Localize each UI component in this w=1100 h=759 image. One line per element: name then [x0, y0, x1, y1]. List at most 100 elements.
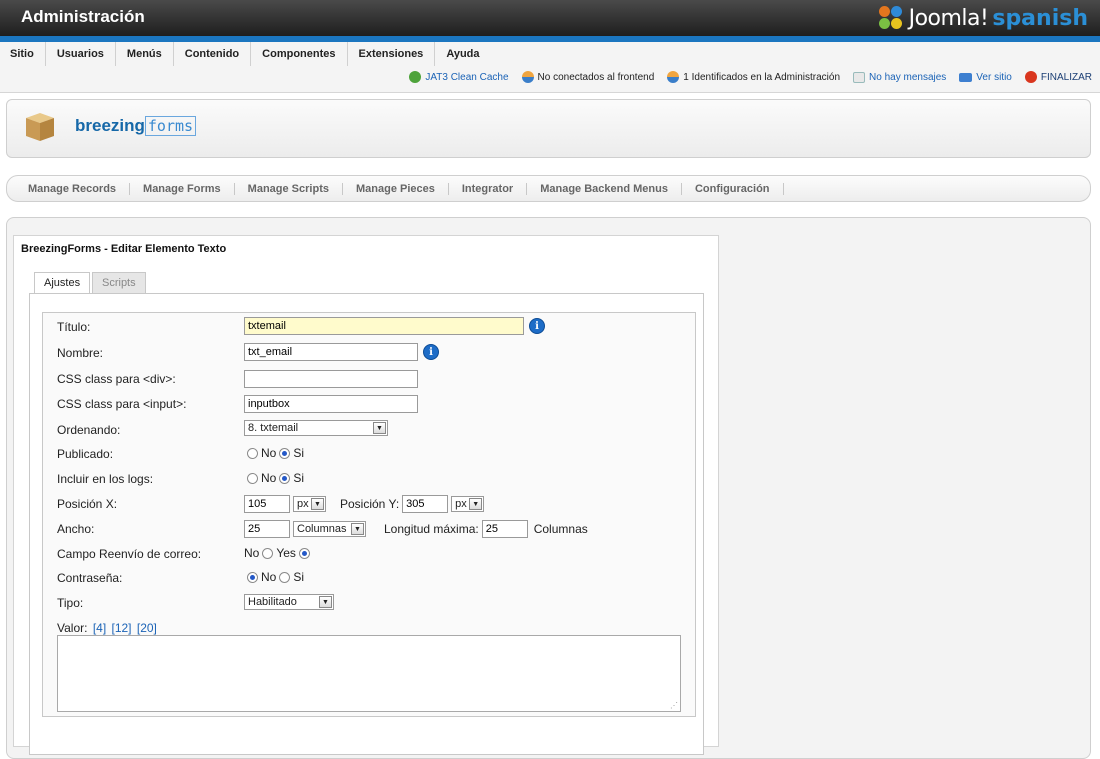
- valor-textarea[interactable]: ⋰: [57, 635, 681, 712]
- tab-scripts[interactable]: Scripts: [92, 272, 146, 293]
- ancho-input[interactable]: [244, 520, 290, 538]
- status-admin-label: 1 Identificados en la Administración: [683, 71, 841, 83]
- status-jat3-clean-cache[interactable]: JAT3 Clean Cache: [409, 71, 509, 83]
- field-row-contrasena: No Si: [244, 570, 304, 584]
- label-tipo: Tipo:: [57, 596, 84, 610]
- titulo-input[interactable]: [244, 317, 524, 335]
- tab-panel-ajustes: Título: i Nombre: i CSS class para <div>…: [29, 293, 704, 755]
- field-row-publicado: No Si: [244, 446, 304, 460]
- logs-no-radio[interactable]: [247, 472, 258, 484]
- status-admin-users: 1 Identificados en la Administración: [667, 71, 840, 83]
- field-row-titulo: i: [244, 317, 545, 335]
- field-row-ancho: Columnas ▼ Longitud máxima: Columnas: [244, 520, 588, 538]
- resize-grip-icon[interactable]: ⋰: [670, 701, 678, 710]
- reenvio-yes-label: Yes: [276, 546, 296, 560]
- status-logout-label[interactable]: FINALIZAR: [1041, 72, 1092, 83]
- menu-item-extensiones[interactable]: Extensiones: [348, 42, 436, 66]
- reenvio-no-label: No: [244, 546, 260, 560]
- field-row-css-input: [244, 395, 418, 413]
- chevron-down-icon: ▼: [469, 498, 483, 510]
- contrasena-si-label: Si: [293, 570, 305, 584]
- valor-size-link-20[interactable]: [20]: [137, 621, 157, 635]
- label-valor: Valor:: [57, 621, 88, 635]
- label-nombre: Nombre:: [57, 346, 104, 360]
- valor-size-link-4[interactable]: [4]: [93, 621, 106, 635]
- logo-text-forms: forms: [144, 116, 197, 136]
- brand-word-spanish: spanish: [992, 5, 1088, 31]
- field-row-nombre: i: [244, 343, 439, 361]
- subnav-integrator[interactable]: Integrator: [449, 182, 528, 195]
- breezingforms-logo: breezing forms: [75, 116, 197, 136]
- nombre-info-icon[interactable]: i: [423, 344, 439, 360]
- publicado-si-radio[interactable]: [279, 447, 291, 459]
- posx-unit-select[interactable]: px ▼: [293, 496, 326, 512]
- label-posx: Posición X:: [57, 497, 118, 511]
- css-div-input[interactable]: [244, 370, 418, 388]
- chevron-down-icon: ▼: [311, 498, 324, 510]
- subnav-manage-records[interactable]: Manage Records: [7, 182, 131, 195]
- admin-header: Administración Joomla! spanish: [0, 0, 1100, 36]
- nombre-input[interactable]: [244, 343, 418, 361]
- status-messages-label[interactable]: No hay mensajes: [869, 72, 946, 83]
- logout-icon: [1024, 71, 1037, 83]
- menu-item-componentes[interactable]: Componentes: [251, 42, 348, 66]
- form-title: BreezingForms - Editar Elemento Texto: [21, 243, 227, 255]
- field-row-ordenando: 8. txtemail ▼: [244, 420, 388, 436]
- contrasena-no-radio[interactable]: [247, 571, 258, 583]
- tab-ajustes[interactable]: Ajustes: [34, 272, 91, 294]
- field-row-position: px ▼ Posición Y: px ▼: [244, 495, 485, 513]
- logs-si-radio[interactable]: [279, 472, 291, 484]
- valor-size-link-12[interactable]: [12]: [112, 621, 132, 635]
- status-jat3-label[interactable]: JAT3 Clean Cache: [425, 72, 508, 83]
- menu-item-usuarios[interactable]: Usuarios: [46, 42, 116, 66]
- longmax-input[interactable]: [481, 520, 528, 538]
- ordenando-value: 8. txtemail: [248, 422, 299, 434]
- ancho-unit-value: Columnas: [297, 523, 347, 535]
- chevron-down-icon: ▼: [319, 596, 332, 608]
- posx-input[interactable]: [244, 495, 290, 513]
- label-css-input: CSS class para <input>:: [57, 397, 187, 411]
- reenvio-no-radio[interactable]: [262, 547, 274, 559]
- chevron-down-icon: ▼: [351, 523, 364, 535]
- posy-unit-value: px: [455, 498, 467, 510]
- css-input-input[interactable]: [244, 395, 418, 413]
- posy-unit-select[interactable]: px ▼: [451, 496, 485, 512]
- subnav-configuracion[interactable]: Configuración: [682, 182, 784, 195]
- label-posy: Posición Y:: [340, 497, 400, 511]
- edit-element-form: BreezingForms - Editar Elemento Texto Aj…: [13, 235, 719, 755]
- titulo-info-icon[interactable]: i: [529, 318, 545, 334]
- posy-input[interactable]: [402, 495, 449, 513]
- user-icon: [667, 71, 680, 83]
- menu-item-sitio[interactable]: Sitio: [0, 42, 46, 66]
- publicado-si-label: Si: [293, 446, 305, 460]
- menu-item-contenido[interactable]: Contenido: [174, 42, 252, 66]
- status-frontend-label: No conectados al frontend: [537, 71, 655, 83]
- status-view-site[interactable]: Ver sitio: [959, 72, 1012, 83]
- status-view-site-label[interactable]: Ver sitio: [976, 72, 1012, 83]
- component-header: breezing forms: [6, 99, 1091, 158]
- label-publicado: Publicado:: [57, 447, 114, 461]
- posx-unit-value: px: [297, 498, 309, 510]
- status-messages[interactable]: No hay mensajes: [853, 71, 946, 83]
- subnav-manage-forms[interactable]: Manage Forms: [130, 182, 235, 195]
- status-logout[interactable]: FINALIZAR: [1024, 71, 1092, 83]
- logs-no-label: No: [261, 471, 277, 485]
- ordenando-select[interactable]: 8. txtemail ▼: [244, 420, 388, 436]
- brand-word-joomla: Joomla!: [908, 5, 989, 31]
- reenvio-yes-radio[interactable]: [298, 547, 310, 559]
- label-css-div: CSS class para <div>:: [57, 372, 176, 386]
- publicado-no-radio[interactable]: [247, 447, 258, 459]
- joomla-flower-icon: [878, 6, 903, 30]
- label-titulo: Título:: [57, 320, 91, 334]
- ancho-unit-select[interactable]: Columnas ▼: [293, 521, 366, 537]
- menu-item-menus[interactable]: Menús: [116, 42, 174, 66]
- menu-item-ayuda[interactable]: Ayuda: [435, 42, 490, 66]
- subnav-manage-pieces[interactable]: Manage Pieces: [343, 182, 449, 195]
- subnav-manage-scripts[interactable]: Manage Scripts: [235, 182, 343, 195]
- field-row-logs: No Si: [244, 471, 304, 485]
- field-row-css-div: [244, 370, 418, 388]
- tipo-select[interactable]: Habilitado ▼: [244, 594, 334, 610]
- contrasena-si-radio[interactable]: [279, 571, 291, 583]
- package-box-icon: [23, 109, 57, 143]
- subnav-manage-backend-menus[interactable]: Manage Backend Menus: [527, 182, 682, 195]
